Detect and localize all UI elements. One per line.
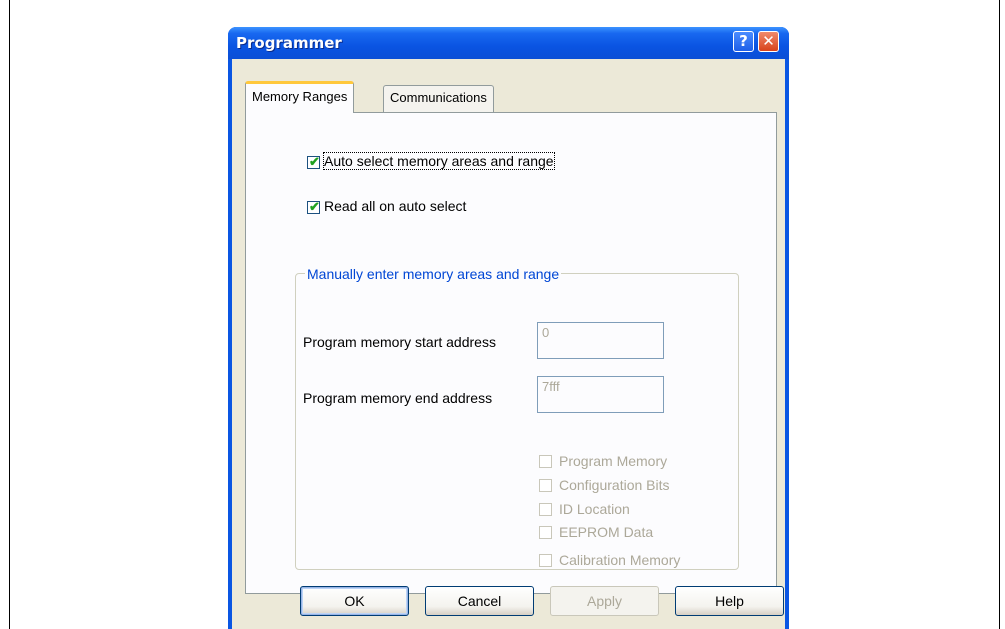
eeprom-data-label: EEPROM Data <box>559 524 654 540</box>
read-all-checkbox[interactable]: ✔ <box>307 199 320 214</box>
start-address-label: Program memory start address <box>303 334 496 350</box>
program-memory-checkbox[interactable] <box>539 455 552 468</box>
check-icon: ✔ <box>309 154 320 169</box>
manual-range-group-title: Manually enter memory areas and range <box>305 266 562 282</box>
cancel-button[interactable]: Cancel <box>425 586 534 616</box>
tab-panel: ✔ Auto select memory areas and range ✔ R… <box>245 112 777 594</box>
configuration-bits-checkbox[interactable] <box>539 479 552 492</box>
read-all-label[interactable]: Read all on auto select <box>324 198 466 214</box>
id-location-checkbox[interactable] <box>539 503 552 516</box>
start-address-field[interactable]: 0 <box>537 322 664 359</box>
help-button[interactable]: Help <box>675 586 784 616</box>
auto-select-checkbox[interactable]: ✔ <box>307 154 320 169</box>
dialog-body: Memory Ranges Communications ✔ Auto sele… <box>232 59 785 629</box>
apply-button[interactable]: Apply <box>550 586 659 616</box>
configuration-bits-label: Configuration Bits <box>559 477 670 493</box>
eeprom-data-checkbox[interactable] <box>539 526 552 539</box>
title-bar[interactable]: Programmer ? ✕ <box>228 27 789 59</box>
dialog-title: Programmer <box>236 34 342 52</box>
auto-select-label[interactable]: Auto select memory areas and range <box>323 152 555 170</box>
calibration-memory-checkbox[interactable] <box>539 554 552 567</box>
calibration-memory-label: Calibration Memory <box>559 552 681 568</box>
ok-button[interactable]: OK <box>300 586 409 616</box>
end-address-label: Program memory end address <box>303 390 493 406</box>
check-icon: ✔ <box>309 199 320 214</box>
id-location-label: ID Location <box>559 501 630 517</box>
tab-communications[interactable]: Communications <box>383 85 494 112</box>
close-icon[interactable]: ✕ <box>758 31 779 52</box>
program-memory-label: Program Memory <box>559 453 668 469</box>
end-address-field[interactable]: 7fff <box>537 376 664 413</box>
manual-range-group <box>295 273 739 570</box>
tab-memory-ranges[interactable]: Memory Ranges <box>245 81 355 113</box>
programmer-dialog: Programmer ? ✕ Memory Ranges Communicati… <box>228 27 789 629</box>
help-icon[interactable]: ? <box>733 31 754 52</box>
